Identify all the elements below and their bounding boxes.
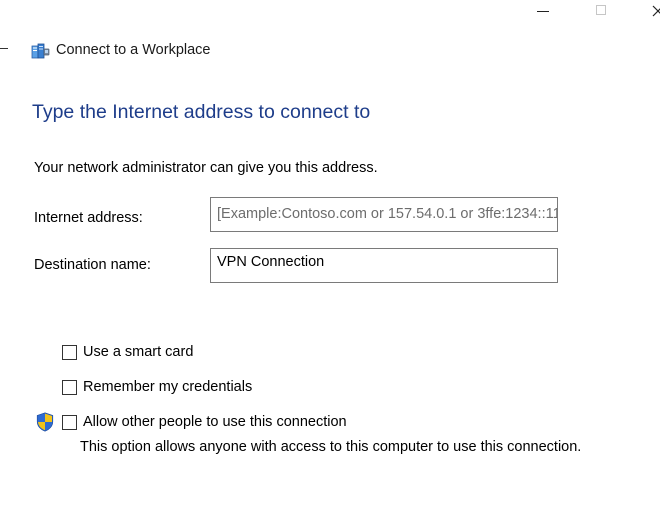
destination-name-label: Destination name: <box>34 257 151 273</box>
window-title-bar: Connect to a Workplace <box>31 39 210 61</box>
admin-note: Your network administrator can give you … <box>34 160 378 176</box>
allow-others-checkbox[interactable] <box>62 414 77 430</box>
page-heading: Type the Internet address to connect to <box>32 101 371 123</box>
remember-credentials-label[interactable]: Remember my credentials <box>83 379 252 395</box>
internet-address-label: Internet address: <box>34 210 143 226</box>
allow-others-label[interactable]: Allow other people to use this connectio… <box>83 414 347 430</box>
destination-name-input[interactable]: VPN Connection <box>210 248 558 283</box>
maximize-button[interactable] <box>581 0 621 24</box>
smart-card-option[interactable]: Use a smart card <box>62 343 193 361</box>
close-button[interactable] <box>636 0 660 24</box>
smart-card-label[interactable]: Use a smart card <box>83 344 193 360</box>
minimize-button[interactable] <box>523 0 563 24</box>
close-icon <box>652 5 660 17</box>
uac-shield-icon <box>36 412 54 432</box>
internet-address-input[interactable]: [Example:Contoso.com or 157.54.0.1 or 3f… <box>210 197 558 232</box>
back-arrow-icon[interactable] <box>0 48 8 49</box>
remember-credentials-option[interactable]: Remember my credentials <box>62 378 252 396</box>
allow-others-option[interactable]: Allow other people to use this connectio… <box>62 413 347 431</box>
window-title: Connect to a Workplace <box>56 42 211 58</box>
smart-card-checkbox[interactable] <box>62 344 77 360</box>
network-connection-icon <box>31 43 50 58</box>
remember-credentials-checkbox[interactable] <box>62 379 77 395</box>
allow-others-note: This option allows anyone with access to… <box>80 439 582 455</box>
